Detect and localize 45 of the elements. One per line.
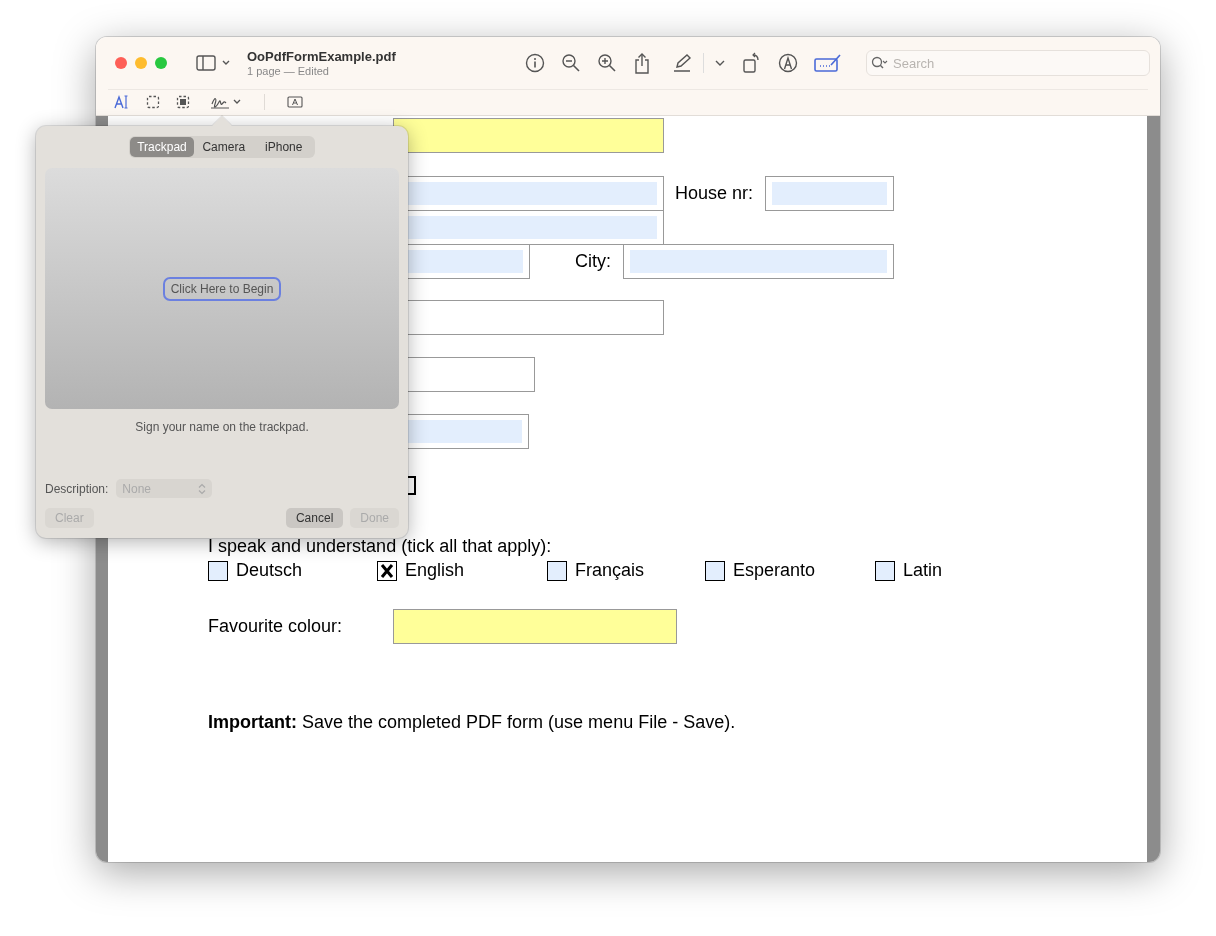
field-label: Favourite colour: bbox=[208, 616, 344, 637]
checkbox[interactable] bbox=[547, 560, 567, 581]
languages-label: I speak and understand (tick all that apply): bbox=[208, 536, 553, 556]
checkbox[interactable] bbox=[377, 560, 397, 581]
instruction-text: Important: Save the completed PDF form (use menu File - Save). bbox=[208, 712, 737, 733]
rectangle-selection-icon[interactable] bbox=[146, 95, 160, 110]
highlight-pen-icon[interactable] bbox=[671, 53, 693, 74]
tab[interactable]: Trackpad bbox=[130, 137, 194, 157]
close-button[interactable] bbox=[115, 57, 127, 70]
form-field[interactable] bbox=[765, 176, 894, 211]
share-icon[interactable] bbox=[633, 52, 651, 75]
description-label: Description: bbox=[45, 481, 109, 496]
signature-pad-icon[interactable] bbox=[814, 53, 842, 74]
search-field[interactable]: Search bbox=[866, 50, 1150, 77]
form-field[interactable] bbox=[623, 244, 894, 279]
checkbox[interactable] bbox=[875, 560, 895, 581]
rotate-icon[interactable] bbox=[742, 52, 762, 75]
tab[interactable]: iPhone bbox=[253, 137, 314, 157]
field-label: City: bbox=[574, 251, 612, 272]
redact-icon[interactable] bbox=[176, 95, 190, 110]
tab[interactable]: Camera bbox=[193, 137, 254, 157]
text-selection-icon[interactable] bbox=[114, 94, 130, 111]
chevron-down-icon[interactable] bbox=[714, 59, 726, 68]
form-field[interactable] bbox=[393, 118, 664, 153]
checkbox-label: Français bbox=[575, 560, 645, 581]
checkbox-label: Deutsch bbox=[236, 560, 303, 581]
hint-text: Sign your name on the trackpad. bbox=[135, 420, 309, 434]
stepper-icon bbox=[198, 482, 207, 495]
checkbox-label: English bbox=[405, 560, 465, 581]
window-title: OoPdfFormExample.pdf bbox=[247, 49, 396, 65]
markup-pen-icon[interactable] bbox=[778, 53, 798, 74]
begin-button[interactable]: Click Here to Begin bbox=[162, 276, 282, 301]
sidebar-toggle-icon[interactable] bbox=[196, 54, 232, 73]
checkbox[interactable] bbox=[705, 560, 725, 581]
zoom-in-icon[interactable] bbox=[597, 53, 617, 74]
checkbox-label: Esperanto bbox=[733, 560, 816, 581]
text-box-icon[interactable] bbox=[287, 96, 303, 109]
checkbox-label: Latin bbox=[903, 560, 943, 581]
document-status: 1 page — Edited bbox=[247, 65, 330, 78]
checkbox[interactable] bbox=[208, 560, 228, 581]
field-label: House nr: bbox=[675, 183, 755, 204]
zoom-out-icon[interactable] bbox=[561, 53, 581, 74]
dialog-button[interactable]: Cancel bbox=[285, 508, 344, 528]
info-icon[interactable] bbox=[525, 53, 545, 74]
form-field[interactable] bbox=[393, 609, 677, 644]
